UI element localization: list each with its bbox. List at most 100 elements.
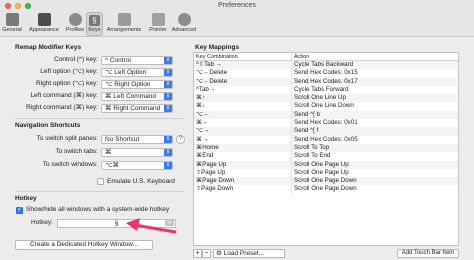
table-header: Key Combination Action (194, 53, 458, 61)
table-row[interactable]: ⌥← Send ^[ b (194, 110, 458, 120)
table-row[interactable]: ⌘End Scroll To End (194, 152, 458, 161)
tab-advanced[interactable]: Advanced (171, 12, 197, 36)
minimize-window-button[interactable] (15, 2, 21, 9)
tab-advanced-label: Advanced (171, 27, 197, 33)
zoom-window-button[interactable] (25, 2, 31, 9)
key-cell: ⌥→ (194, 127, 292, 136)
table-row[interactable]: ⌘↓ Scroll One Line Down (194, 102, 458, 111)
tab-appearance[interactable]: Appearance (25, 12, 63, 36)
tab-arrangements[interactable]: Arrangements (104, 12, 144, 36)
key-cell: ⌘← (194, 119, 292, 128)
table-row[interactable]: ⇧Page Down Scroll One Page Down (194, 185, 458, 194)
table-row[interactable]: ⇧Page Up Scroll One Page Up (194, 168, 458, 178)
keys-icon: § (89, 15, 100, 26)
switch-windows-label: To switch windows: (42, 161, 98, 168)
table-row[interactable]: ⌥→ Send ^[ f (194, 127, 458, 136)
table-row[interactable]: ⌘Page Down Scroll One Page Down (194, 177, 458, 186)
control-key-label: Control (^) key: (54, 56, 98, 63)
chevron-updown-icon: ⇕ (164, 68, 172, 76)
key-cell: ⌘Home (194, 143, 292, 153)
nav-row-split-panes: To switch split panes: (0, 134, 100, 144)
load-preset-popup[interactable]: ⚙ Load Preset... (213, 249, 285, 258)
right-command-popup[interactable]: ⌘ Right Command ⇕ (101, 103, 173, 113)
control-key-popup[interactable]: ^ Control ⇕ (101, 55, 173, 65)
table-row[interactable]: ⌘Home Scroll To Top (194, 143, 458, 153)
key-cell: ⌘Page Up (194, 160, 292, 169)
tab-arrangements-label: Arrangements (106, 27, 142, 33)
right-panel: Key Mappings Key Combination Action ^⇧Ta… (191, 38, 474, 260)
key-cell: ⌘↑ (194, 94, 292, 103)
gear-icon: ⚙ (216, 250, 222, 257)
table-row[interactable]: ⌘↑ Scroll One Line Up (194, 94, 458, 103)
left-command-value: ⌘ Left Command (105, 92, 156, 100)
pointer-icon (151, 13, 165, 26)
action-cell: Scroll One Page Down (294, 185, 357, 193)
split-panes-popup[interactable]: No Shortcut ⇕ (101, 134, 173, 144)
remap-row-left-command: Left command (⌘) key: (0, 91, 100, 101)
switch-tabs-popup[interactable]: ⌘ ⇕ (101, 147, 173, 157)
add-mapping-button[interactable]: + (193, 249, 202, 258)
table-row[interactable]: ⌘Page Up Scroll One Page Up (194, 160, 458, 169)
key-cell: ⌘→ (194, 135, 292, 144)
emulate-us-keyboard-checkbox[interactable] (97, 178, 104, 185)
column-header-action[interactable]: Action (292, 53, 458, 60)
key-cell: ⇧Page Up (194, 168, 292, 178)
left-command-popup[interactable]: ⌘ Left Command ⇕ (101, 91, 173, 101)
chevron-updown-icon: ⇕ (164, 80, 172, 88)
column-header-key[interactable]: Key Combination (194, 53, 292, 60)
table-row[interactable]: ⌥←Delete Send Hex Codes: 0x15 (194, 69, 458, 78)
left-panel: Remap Modifier Keys Control (^) key: ^ C… (0, 38, 190, 260)
left-option-popup[interactable]: ⌥ Left Option ⇕ (101, 67, 173, 77)
show-hide-hotkey-checkbox[interactable]: ✓ (16, 206, 23, 214)
chevron-updown-icon: ⇕ (164, 104, 172, 112)
key-cell: ^Tab→ (194, 85, 292, 95)
tab-general-label: General (2, 27, 22, 33)
tab-profiles-label: Profiles (65, 27, 85, 33)
preferences-toolbar: General Appearance Profiles § Keys Arran… (0, 11, 474, 37)
key-cell: ⌘↓ (194, 102, 292, 111)
remove-mapping-button[interactable]: − (202, 249, 211, 258)
gear-icon (177, 13, 191, 26)
action-cell: Scroll One Page Down (294, 177, 357, 185)
tab-keys-label: Keys (88, 27, 101, 33)
table-row[interactable]: ⌥←Delete Send Hex Codes: 0x17 (194, 77, 458, 86)
table-row[interactable]: ^⇧Tab → Cycle Tabs Backward (194, 61, 458, 70)
nav-row-tabs: To switch tabs: (0, 147, 100, 157)
divider (15, 118, 183, 119)
action-cell: Scroll One Line Up (294, 94, 346, 102)
remap-section-title: Remap Modifier Keys (15, 44, 82, 51)
divider (15, 191, 183, 192)
right-option-popup[interactable]: ⌥ Right Option ⇕ (101, 79, 173, 89)
tab-pointer-label: Pointer (149, 27, 167, 33)
key-mappings-table[interactable]: Key Combination Action ^⇧Tab → Cycle Tabs… (193, 52, 459, 246)
table-row[interactable]: ⌘→ Send Hex Codes: 0x05 (194, 135, 458, 144)
remap-row-right-option: Right option (⌥) key: (0, 79, 100, 89)
right-option-label: Right option (⌥) key: (35, 80, 98, 87)
nav-section-title: Navigation Shortcuts (15, 122, 81, 129)
emulate-us-keyboard-label: Emulate U.S. Keyboard (107, 177, 175, 185)
tab-pointer[interactable]: Pointer (146, 12, 170, 36)
window-controls (5, 2, 31, 9)
hotkey-field[interactable]: § (57, 218, 176, 228)
action-cell: Send Hex Codes: 0x15 (294, 69, 358, 77)
key-cell: ⌥← (194, 110, 292, 120)
profiles-icon (68, 13, 82, 26)
close-window-button[interactable] (5, 2, 11, 9)
action-cell: Scroll One Page Up (294, 160, 349, 168)
window-title: Preferences (218, 2, 256, 9)
right-option-value: ⌥ Right Option (105, 80, 151, 88)
table-row[interactable]: ^Tab→ Cycle Tabs Forward (194, 85, 458, 95)
remap-row-control: Control (^) key: (0, 55, 100, 65)
create-hotkey-window-button[interactable]: Create a Dedicated Hotkey Window... (15, 240, 153, 250)
table-row[interactable]: ⌘← Send Hex Codes: 0x01 (194, 119, 458, 128)
add-touch-bar-item-button[interactable]: Add Touch Bar Item (397, 249, 459, 258)
hotkey-section-title: Hotkey (15, 195, 37, 202)
tab-general[interactable]: General (2, 12, 22, 36)
clear-hotkey-icon[interactable]: ✕ (165, 220, 174, 226)
tab-profiles[interactable]: Profiles (64, 12, 86, 36)
switch-windows-popup[interactable]: ⌥⌘ ⇕ (101, 160, 173, 170)
appearance-icon (37, 13, 51, 26)
key-mappings-title: Key Mappings (195, 44, 240, 51)
tab-keys[interactable]: § Keys (86, 12, 103, 36)
help-button[interactable]: ? (176, 134, 185, 144)
